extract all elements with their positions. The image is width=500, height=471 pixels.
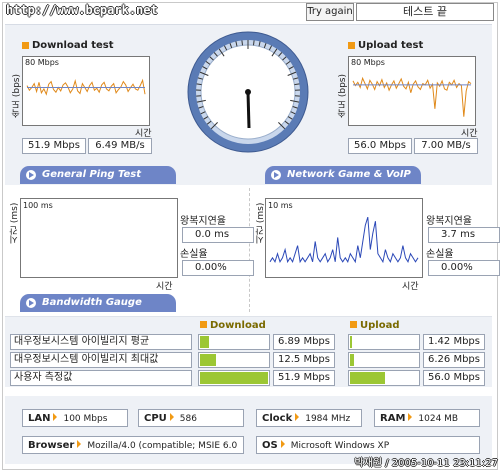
speed-gauge [187,31,309,153]
download-title: Download test [22,40,114,51]
gauge-tick [241,40,243,46]
cpu-info: CPU 586 [138,409,244,427]
download-bar-fill [200,354,216,366]
bandwidth-row-label: 사용자 측정값 [10,370,192,386]
ping-rtt-value: 0.0 ms [182,227,254,243]
gauge-tick [253,40,255,46]
game-loss-label: 손실율 [426,249,454,260]
game-rtt-label: 왕복지연율 [426,216,472,227]
bandwidth-row-label: 대우정보시스템 아이빌리지 평균 [10,334,192,350]
tab-general-ping[interactable]: General Ping Test [20,166,176,184]
ping-scale: 100 ms [23,201,53,210]
game-xlabel: 시간 [402,282,419,292]
download-bar [198,334,270,350]
upload-bar-fill [350,372,385,384]
download-bar-fill [200,372,268,384]
status-box: 테스트 끝 [356,3,494,21]
play-icon [26,170,36,180]
upload-scale: 80 Mbps [351,58,385,67]
site-url: http://www.bcpark.net [6,3,158,17]
upload-mbps: 56.0 Mbps [348,138,412,154]
download-value: 6.89 Mbps [273,334,335,350]
download-value: 12.5 Mbps [273,352,335,368]
download-bar-fill [200,336,209,348]
upload-value: 1.42 Mbps [423,334,485,350]
upload-graph: 80 Mbps [348,56,476,126]
download-line-chart [26,78,146,96]
bandwidth-row-label: 대우정보시스템 아이빌리지 최대값 [10,352,192,368]
game-graph: 10 ms [265,198,423,278]
upload-bar-fill [350,354,354,366]
upload-mbs: 7.00 MB/s [414,138,478,154]
upload-bar [348,334,420,350]
download-bar [198,370,270,386]
clock-info: Clock 1984 MHz [256,409,362,427]
game-rtt-value: 3.7 ms [428,227,500,243]
download-graph: 80 Mbps [22,56,150,126]
game-series [269,216,419,264]
game-scale: 10 ms [268,201,293,210]
ping-rtt-label: 왕복지연율 [180,216,226,227]
download-bar [198,352,270,368]
browser-info: Browser Mozilla/4.0 (compatible; MSIE 6.0 [22,436,244,454]
lan-info: LAN 100 Mbps [22,409,128,427]
upload-series [352,76,472,117]
ping-graph: 100 ms [20,198,178,278]
tab-bandwidth-gauge[interactable]: Bandwidth Gauge [20,294,176,312]
ping-loss-label: 손실율 [180,249,208,260]
os-info: OS Microsoft Windows XP [256,436,480,454]
upload-title: Upload test [348,40,423,51]
upload-line-chart [352,76,472,117]
tab-network-game[interactable]: Network Game & VoIP Test [265,166,421,198]
try-again-button[interactable]: Try again [306,3,354,21]
ping-xlabel: 시간 [156,282,173,292]
upload-value: 6.26 Mbps [423,352,485,368]
upload-column-header: Upload [350,320,399,331]
game-line-chart [269,216,419,264]
download-scale: 80 Mbps [25,58,59,67]
play-icon [26,298,36,308]
ping-loss-value: 0.00% [182,260,254,276]
upload-bar-fill [350,336,352,348]
upload-bar [348,352,420,368]
play-icon [271,170,281,180]
download-value: 51.9 Mbps [273,370,335,386]
upload-value: 56.0 Mbps [423,370,485,386]
gauge-tick [294,83,300,86]
upload-bar [348,370,420,386]
watermark: 박재원 / 2005-10-11 23:11:27 [354,458,498,469]
ram-info: RAM 1024 MB [374,409,480,427]
download-column-header: Download [200,320,266,331]
gauge-needle [246,91,251,129]
game-loss-value: 0.00% [428,260,500,276]
download-mbs: 6.49 MB/s [88,138,152,154]
gauge-tick [196,83,202,86]
section-divider [249,188,250,312]
download-mbps: 51.9 Mbps [22,138,86,154]
